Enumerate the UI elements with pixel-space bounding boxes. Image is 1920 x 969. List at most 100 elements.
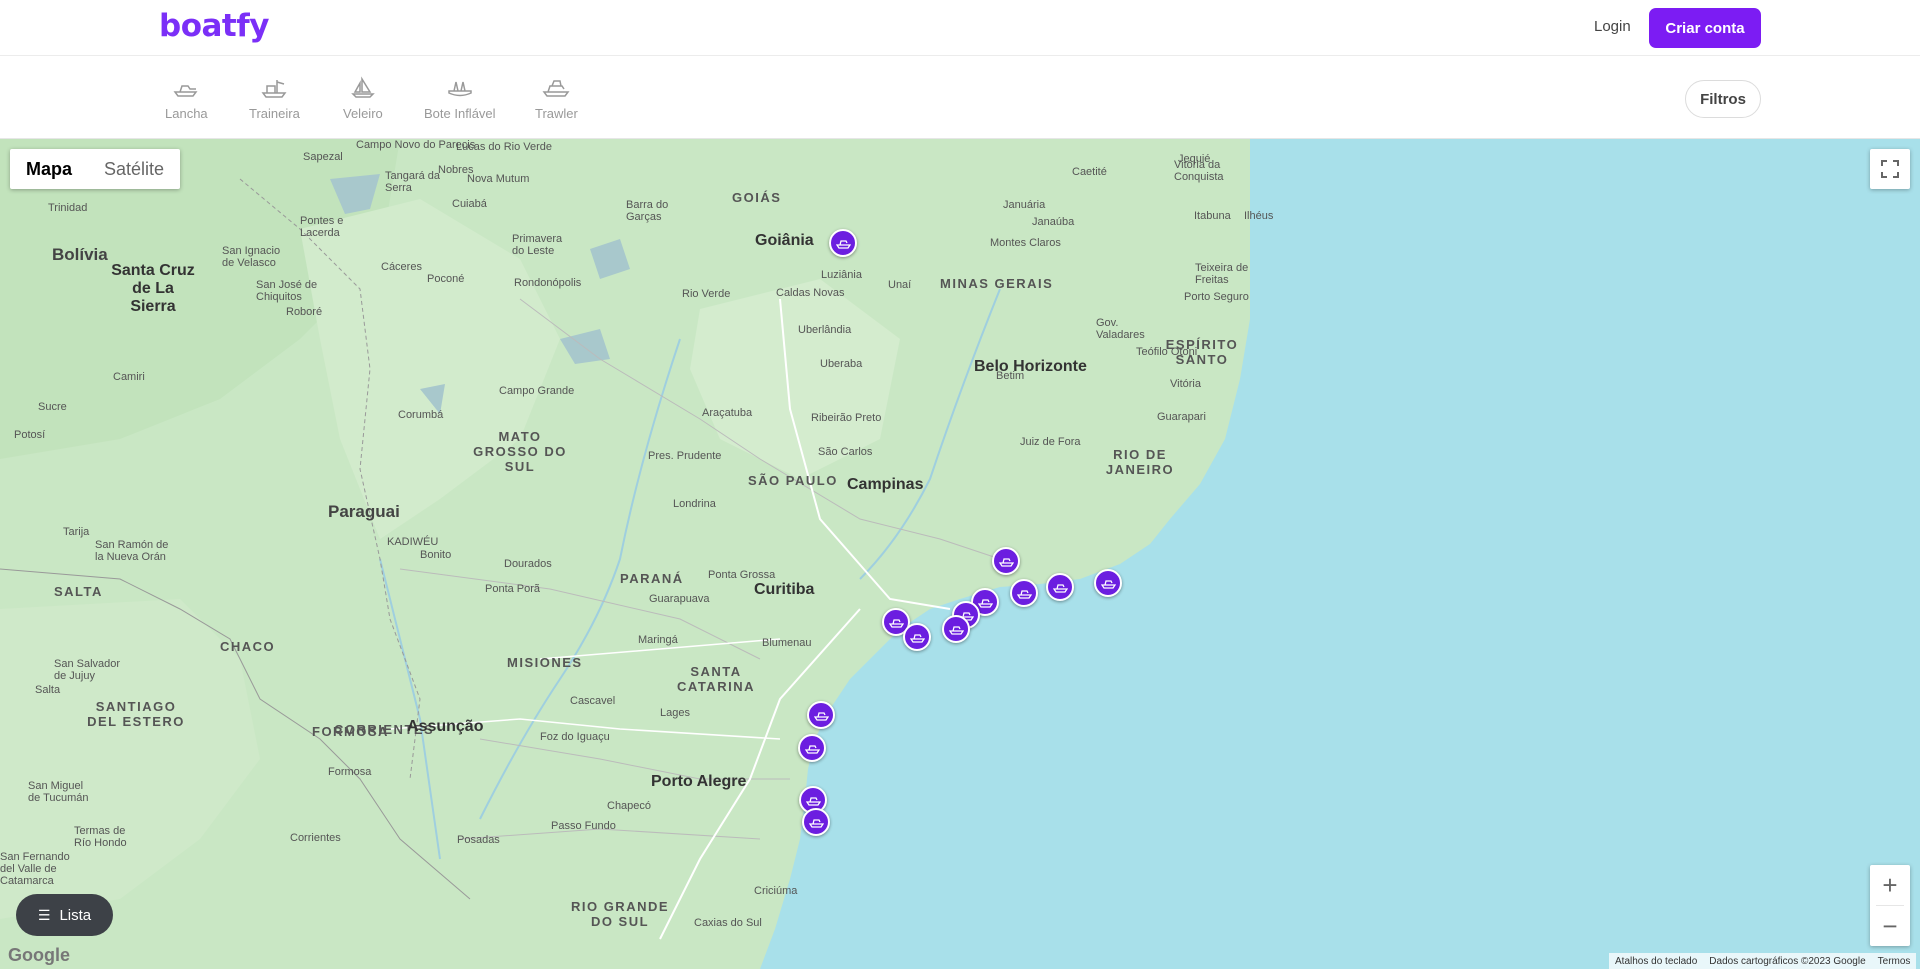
map-label-londrina: Londrina [673, 498, 716, 510]
map-label-mato: MATO GROSSO DO SUL [473, 429, 567, 474]
map-label-sanjose: San José de Chiquitos [256, 279, 318, 303]
map-label-termas: Termas de Río Hondo [74, 825, 127, 849]
map-label-maringa: Maringá [638, 634, 678, 646]
category-veleiro[interactable]: Veleiro [343, 76, 383, 121]
map-label-misiones: MISIONES [507, 655, 583, 670]
map-label-unai: Unaí [888, 279, 912, 291]
map-type-mapa[interactable]: Mapa [10, 149, 88, 189]
map-label-pontagrossa: Ponta Grossa [708, 569, 776, 581]
map-label-juizdefora: Juiz de Fora [1020, 436, 1081, 448]
map-view[interactable]: Bolívia Paraguai GOIÁS MINAS GERAIS ESPÍ… [0, 139, 1920, 969]
boat-pin[interactable] [1046, 573, 1074, 601]
list-icon: ☰ [37, 906, 51, 923]
category-label: Trawler [535, 106, 578, 121]
boat-icon [948, 626, 964, 635]
category-bote-inflavel[interactable]: Bote Inflável [424, 76, 496, 121]
map-label-tangara: Tangará da Serra [385, 170, 441, 194]
map-label-beloh: Belo Horizonte [974, 358, 1087, 375]
map-label-guarapari: Guarapari [1157, 411, 1206, 423]
map-label-posadas: Posadas [457, 834, 500, 846]
map-label-bolivia: Bolívia [52, 245, 108, 264]
map-data-text: Dados cartográficos ©2023 Google [1709, 955, 1866, 967]
map-label-sucre: Sucre [38, 401, 67, 413]
map-label-ribeirao: Ribeirão Preto [811, 412, 882, 424]
map-label-guarapuava: Guarapuava [649, 593, 710, 605]
map-label-fozdoiguacu: Foz do Iguaçu [540, 731, 610, 743]
fullscreen-button[interactable] [1870, 149, 1910, 189]
boatfy-logo[interactable]: boatfy [159, 8, 269, 44]
map-label-kadiweu: KADIWÉU [387, 536, 439, 548]
keyboard-shortcuts-link[interactable]: Atalhos do teclado [1609, 956, 1703, 967]
boat-pin[interactable] [942, 615, 970, 643]
boat-icon [805, 797, 821, 806]
map-label-caxias: Caxias do Sul [694, 917, 762, 929]
map-label-uberaba: Uberaba [820, 358, 863, 370]
inflatable-boat-icon [448, 81, 472, 97]
category-lancha[interactable]: Lancha [165, 76, 208, 121]
map-label-luziania: Luziânia [821, 269, 862, 281]
category-trawler[interactable]: Trawler [535, 76, 578, 121]
boat-pin[interactable] [807, 701, 835, 729]
boat-pin[interactable] [903, 623, 931, 651]
boat-pin[interactable] [829, 229, 857, 257]
sailboat-icon [351, 76, 375, 98]
map-label-robore: Roboré [286, 306, 323, 318]
zoom-out-button[interactable]: − [1870, 906, 1910, 946]
map-label-jujuy: San Salvador de Jujuy [54, 658, 121, 682]
terms-link[interactable]: Termos [1872, 956, 1917, 967]
boat-pin[interactable] [992, 547, 1020, 575]
top-header: boatfy Login Criar conta [0, 0, 1920, 56]
map-label-govvaladares: Gov. Valadares [1096, 317, 1145, 341]
login-link[interactable]: Login [1594, 18, 1631, 35]
signup-button[interactable]: Criar conta [1649, 8, 1761, 48]
boat-pin[interactable] [798, 734, 826, 762]
list-button[interactable]: ☰ Lista [16, 894, 113, 936]
map-label-portoseguro: Porto Seguro [1184, 291, 1249, 303]
google-logo[interactable]: Google [8, 945, 70, 966]
map-label-chapeco: Chapecó [607, 800, 652, 812]
map-label-oran: San Ramón de la Nueva Orán [95, 539, 169, 563]
boat-icon [1100, 580, 1116, 589]
map-label-vitoria: Vitória [1170, 378, 1201, 390]
map-label-goiania: Goiânia [755, 232, 814, 249]
map-label-novamutum: Nova Mutum [467, 173, 530, 185]
map-label-santacruz: Santa Cruz de La Sierra [111, 262, 195, 315]
map-attribution: Atalhos do teclado Dados cartográficos ©… [1609, 953, 1917, 969]
map-label-campogrande: Campo Grande [499, 385, 575, 397]
list-label: Lista [59, 906, 92, 924]
map-label-tucuman: San Miguel de Tucumán [28, 780, 89, 804]
filters-button[interactable]: Filtros [1685, 80, 1761, 118]
trawler-boat-icon [261, 80, 287, 98]
map-label-primaveradoleste: Primavera do Leste [512, 233, 563, 257]
boat-icon [804, 745, 820, 754]
boat-icon [835, 240, 851, 249]
map-label-aracatuba: Araçatuba [702, 407, 753, 419]
zoom-in-button[interactable]: + [1870, 865, 1910, 905]
map-label-trinidad: Trinidad [48, 202, 88, 214]
map-label-januaria: Januária [1003, 199, 1046, 211]
map-label-rondonopolis: Rondonópolis [514, 277, 582, 289]
boat-pin[interactable] [1010, 579, 1038, 607]
map-label-rioverde: Rio Verde [682, 288, 731, 300]
boat-icon [998, 558, 1014, 567]
map-label-uberlandia: Uberlândia [798, 324, 852, 336]
boat-pin[interactable] [1094, 569, 1122, 597]
category-bar: Lancha Traineira Veleiro Bote Inflável T… [0, 56, 1920, 139]
map-label-saocarlos: São Carlos [818, 446, 873, 458]
fullscreen-icon [1881, 160, 1899, 178]
boat-icon [1016, 590, 1032, 599]
boat-pin[interactable] [802, 808, 830, 836]
map-label-catamarca: San Fernando del Valle de Catamarca [0, 851, 70, 887]
map-label-corrientes-city: Corrientes [290, 832, 341, 844]
map-label-passofundo: Passo Fundo [551, 820, 616, 832]
map-type-satelite[interactable]: Satélite [88, 149, 180, 189]
yacht-icon [542, 80, 570, 97]
map-label-goias: GOIÁS [732, 190, 782, 205]
category-traineira[interactable]: Traineira [249, 76, 300, 121]
boat-icon [808, 819, 824, 828]
boat-icon [1052, 584, 1068, 593]
map-label-teofilo: Teófilo Otoni [1136, 346, 1198, 358]
map-label-caceres: Cáceres [381, 261, 422, 273]
map-label-caetite: Caetité [1072, 166, 1107, 178]
minus-icon: − [1882, 910, 1898, 941]
